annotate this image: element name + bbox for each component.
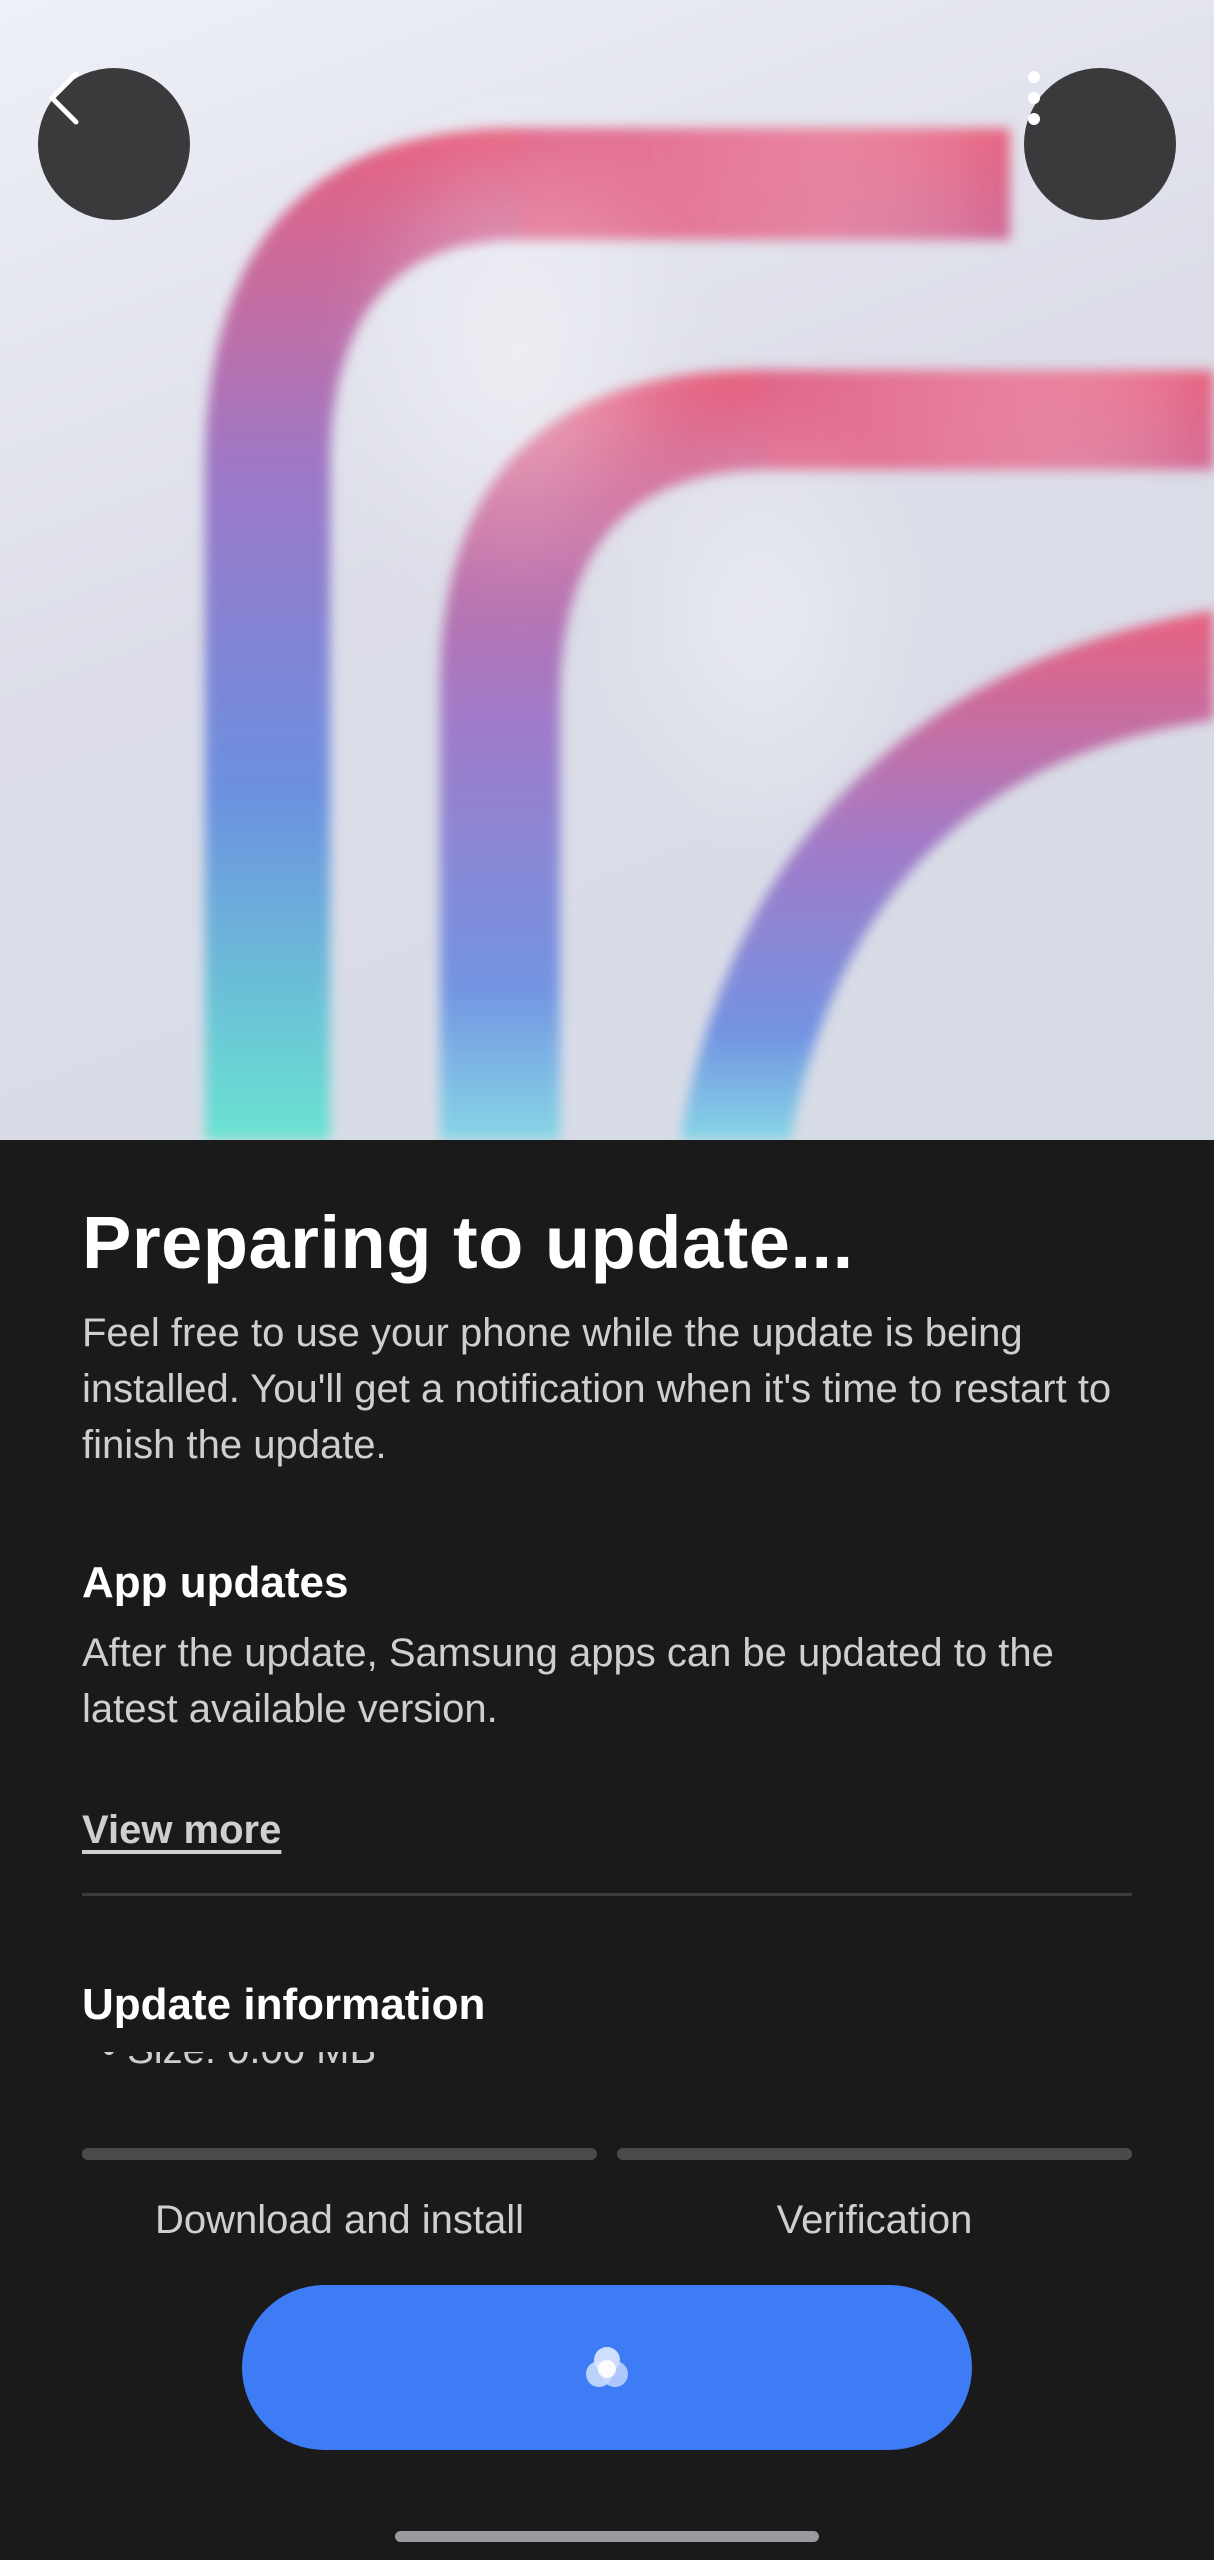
- divider: [82, 1893, 1132, 1896]
- download-progress-bar: [82, 2148, 597, 2160]
- update-information-title: Update information: [82, 1980, 486, 2029]
- update-action-button[interactable]: [242, 2285, 972, 2450]
- app-updates-description: After the update, Samsung apps can be up…: [82, 1631, 1054, 1731]
- home-indicator: [395, 2531, 819, 2542]
- update-size-row: • Size: 0.00 MB: [82, 2052, 682, 2068]
- update-description: Feel free to use your phone while the up…: [82, 1311, 1112, 1467]
- loading-spinner-icon: [586, 2346, 628, 2387]
- step-label-download: Download and install: [154, 2198, 525, 2242]
- update-size-text: • Size: 0.00 MB: [102, 2052, 376, 2068]
- chevron-left-icon: [49, 71, 79, 125]
- scroll-fade: [82, 2068, 1132, 2128]
- vertical-ellipsis-icon: [1028, 71, 1040, 125]
- verification-progress-bar: [617, 2148, 1132, 2160]
- step-label-verification: Verification: [776, 2198, 973, 2242]
- page-title: Preparing to update...: [82, 1201, 854, 1284]
- hero-artwork: [0, 0, 1214, 1140]
- more-options-button[interactable]: [1024, 68, 1176, 220]
- back-button[interactable]: [38, 68, 190, 220]
- view-more-link[interactable]: View more: [82, 1808, 281, 1853]
- app-updates-title: App updates: [82, 1558, 349, 1607]
